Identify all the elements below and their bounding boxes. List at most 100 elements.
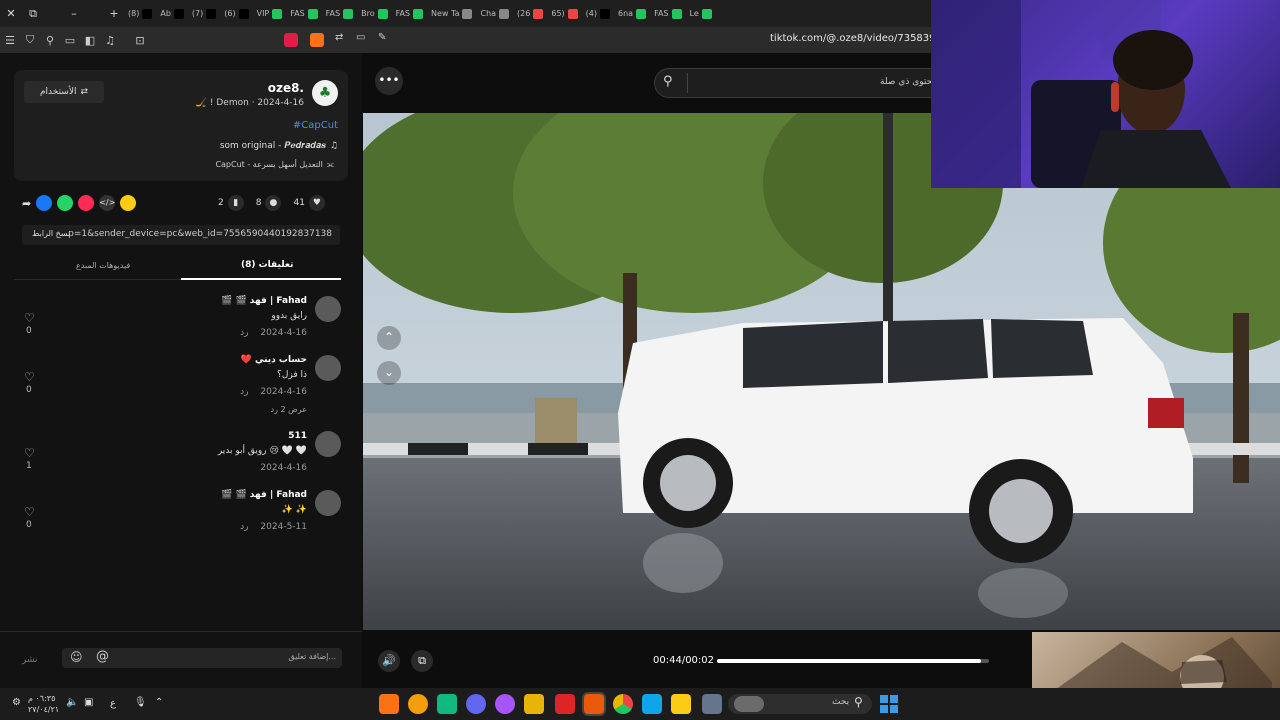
- volume-icon[interactable]: 🔊: [378, 650, 400, 672]
- previous-video-icon[interactable]: ⌃: [377, 326, 401, 350]
- browser-tab[interactable]: Le: [686, 0, 716, 27]
- taskbar-search[interactable]: بحث ⚲: [728, 694, 872, 714]
- sidebar-icon[interactable]: ◧: [80, 34, 100, 47]
- heart-icon[interactable]: ♥: [308, 195, 325, 211]
- browser-tab[interactable]: FAS: [650, 0, 685, 27]
- cast-icon[interactable]: ▭: [356, 32, 365, 43]
- embed-icon[interactable]: </>: [99, 195, 115, 211]
- browser-tab[interactable]: (26: [513, 0, 547, 27]
- hashtag-link[interactable]: #CapCut: [293, 120, 338, 131]
- video-player[interactable]: ⌃ ⌄: [363, 113, 1280, 630]
- pip-icon[interactable]: ⧉: [411, 650, 433, 672]
- language-indicator[interactable]: ع: [110, 698, 116, 709]
- extensions-icon[interactable]: ⚲: [40, 34, 60, 47]
- browser-tab[interactable]: (4): [582, 0, 614, 27]
- browser-tab[interactable]: FAS: [392, 0, 427, 27]
- new-tab-icon[interactable]: +: [104, 7, 124, 20]
- app-icon-g[interactable]: [555, 694, 575, 714]
- folder-icon[interactable]: [671, 694, 691, 714]
- browser-tab[interactable]: Cha: [476, 0, 513, 27]
- facebook-icon[interactable]: [36, 195, 53, 211]
- browser-tab[interactable]: 65): [547, 0, 581, 27]
- comment-reply[interactable]: رد: [240, 522, 248, 532]
- translate-icon[interactable]: ⇄: [335, 32, 343, 43]
- restore-icon[interactable]: ⧉: [22, 7, 44, 21]
- comment-like-icon[interactable]: ♡: [24, 505, 35, 519]
- commenter-avatar[interactable]: [315, 355, 341, 381]
- post-comment-button[interactable]: نشر: [22, 655, 38, 665]
- commenter-avatar[interactable]: [315, 490, 341, 516]
- view-replies-button[interactable]: عرض 2 رد: [271, 405, 307, 414]
- browser-tab[interactable]: FAS: [286, 0, 321, 27]
- mention-icon[interactable]: @: [96, 649, 109, 664]
- comment-like-icon[interactable]: ♡: [24, 370, 35, 384]
- start-icon[interactable]: [880, 695, 898, 713]
- share-tiktok-icon[interactable]: [78, 195, 95, 211]
- whatsapp-icon[interactable]: [57, 195, 74, 211]
- menu-icon[interactable]: ☰: [0, 34, 20, 47]
- avatar[interactable]: ♣: [312, 80, 338, 106]
- discord-icon[interactable]: [466, 694, 486, 714]
- commenter-avatar[interactable]: [315, 296, 341, 322]
- volume-tray-icon[interactable]: 🔈: [66, 697, 78, 708]
- progress-track[interactable]: [717, 659, 989, 663]
- tray-expand-icon[interactable]: ⌃: [155, 697, 163, 708]
- brave-taskbar-icon[interactable]: [584, 694, 604, 714]
- screenshot-icon[interactable]: ⊡: [130, 34, 150, 47]
- music-icon[interactable]: ♫: [100, 34, 120, 47]
- browser-tab[interactable]: Ab: [156, 0, 188, 27]
- browser-tab[interactable]: 6na: [614, 0, 650, 27]
- clock-time[interactable]: ٠٦:٣٥ م: [28, 694, 55, 703]
- follow-button[interactable]: الأستخدام ⇄: [24, 81, 104, 103]
- app-icon-a[interactable]: [379, 694, 399, 714]
- share-icon[interactable]: [120, 195, 137, 211]
- app-icon-l[interactable]: [702, 694, 722, 714]
- browser-tab[interactable]: (7): [188, 0, 220, 27]
- bookmark-icon[interactable]: ▮: [227, 195, 244, 211]
- commenter-name[interactable]: 511: [288, 431, 307, 441]
- app-icon-b[interactable]: [408, 694, 428, 714]
- network-tray-icon[interactable]: ▣: [84, 697, 93, 708]
- browser-tab[interactable]: (6): [220, 0, 252, 27]
- commenter-name[interactable]: Fahad | فهد 🎬 🎬: [221, 296, 307, 306]
- browser-tab[interactable]: FAS: [322, 0, 357, 27]
- next-video-icon[interactable]: ⌄: [377, 361, 401, 385]
- forward-icon[interactable]: ➦: [22, 197, 31, 210]
- search-bar[interactable]: ⚲ محتوى ذي صلة: [654, 68, 944, 98]
- settings-tray-icon[interactable]: ⚙: [12, 697, 21, 708]
- comment-icon[interactable]: ●: [265, 195, 282, 211]
- more-options-icon[interactable]: •••: [375, 67, 403, 95]
- browser-tab[interactable]: (8): [124, 0, 156, 27]
- browser-tab[interactable]: VIP: [253, 0, 287, 27]
- tab-creator-videos[interactable]: فيديوهات المبدع: [76, 261, 130, 270]
- comment-like-icon[interactable]: ♡: [24, 446, 35, 460]
- app-icon-f[interactable]: [524, 694, 544, 714]
- comment-input[interactable]: ☺ @ إضافة تعليق...: [62, 648, 342, 668]
- store-icon[interactable]: [642, 694, 662, 714]
- browser-tab[interactable]: Bro: [357, 0, 392, 27]
- commenter-avatar[interactable]: [315, 431, 341, 457]
- browser-tab[interactable]: New Ta: [427, 0, 476, 27]
- comment-reply[interactable]: رد: [240, 328, 248, 338]
- minimize-icon[interactable]: –: [44, 7, 104, 20]
- edit-icon[interactable]: ✎: [378, 32, 386, 43]
- capcut-row[interactable]: CapCut - التعديل أسهل بسرعة ⫘: [215, 160, 334, 170]
- close-window-icon[interactable]: ✕: [0, 7, 22, 20]
- commenter-name[interactable]: Fahad | فهد 🎬 🎬: [221, 490, 307, 500]
- author-username[interactable]: oze8.: [268, 81, 304, 95]
- chrome-icon[interactable]: [613, 694, 633, 714]
- adblock-icon[interactable]: [284, 33, 298, 47]
- brave-icon[interactable]: [310, 33, 324, 47]
- search-icon[interactable]: ⚲: [663, 74, 673, 89]
- tabs-icon[interactable]: ▭: [60, 34, 80, 47]
- comment-like-icon[interactable]: ♡: [24, 311, 35, 325]
- sound-row[interactable]: som original - 𝑷𝒆𝒅𝒓𝒂𝒅𝒂𝒔 ♫: [220, 141, 338, 151]
- app-icon-c[interactable]: [437, 694, 457, 714]
- shield-icon[interactable]: ⛉: [20, 33, 40, 47]
- commenter-name[interactable]: حساب ديني ❤️: [241, 355, 307, 365]
- app-icon-e[interactable]: [495, 694, 515, 714]
- clock-date[interactable]: ٢٧/٠٤/٢١: [28, 705, 59, 714]
- emoji-icon[interactable]: ☺: [70, 650, 83, 664]
- tab-comments[interactable]: تعليقات (8): [241, 260, 293, 270]
- mic-tray-icon[interactable]: 🎙: [134, 697, 147, 708]
